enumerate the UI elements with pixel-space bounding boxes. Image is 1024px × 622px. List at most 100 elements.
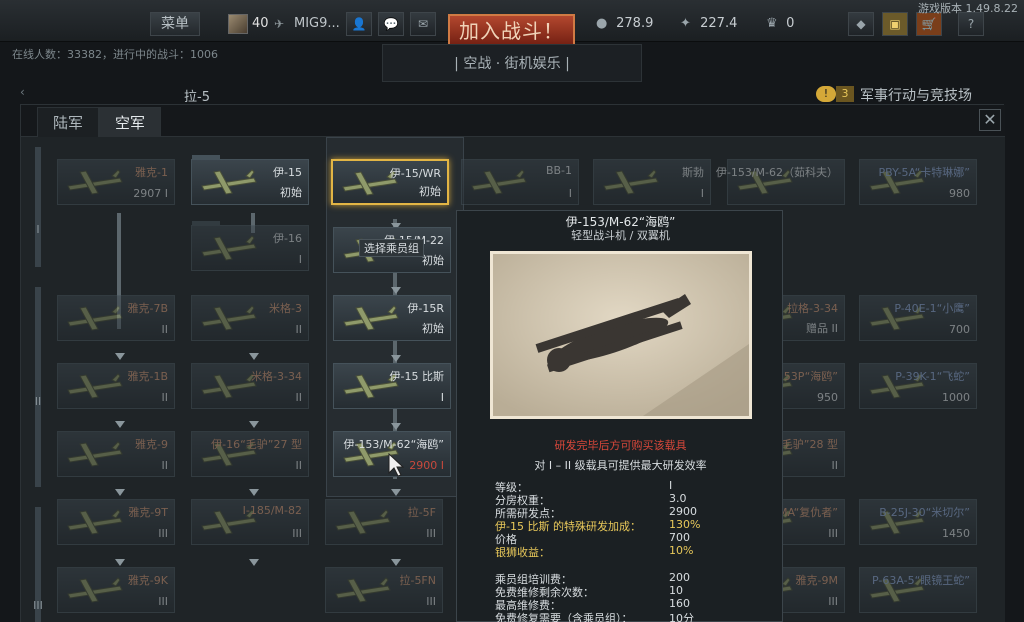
- vehicle-card[interactable]: 伊-15R 初始: [333, 295, 451, 341]
- vehicle-card[interactable]: BB-1 I: [461, 159, 579, 205]
- vehicle-name: B-25J-30“米切尔”: [879, 506, 970, 519]
- tooltip-stat-row: 最高维修费： 160: [495, 597, 775, 612]
- vehicle-card[interactable]: 雅克-9K III: [57, 567, 175, 613]
- research-icon: ✦: [680, 16, 691, 31]
- stat-value: 3.0: [669, 492, 687, 505]
- eagle-icon: ♛: [766, 16, 778, 31]
- arrow-down-icon: [115, 353, 125, 360]
- chevron-left-icon[interactable]: ‹: [20, 85, 25, 99]
- tab-army[interactable]: 陆军: [37, 107, 99, 137]
- research-bar: ‹ 拉-5 ! 3 军事行动与竞技场: [20, 84, 1010, 105]
- mail-icon[interactable]: ✉: [410, 12, 436, 36]
- vehicle-card[interactable]: PBY-5A“卡特琳娜” 980: [859, 159, 977, 205]
- vehicle-status: I: [700, 187, 704, 200]
- operations-button[interactable]: 军事行动与竞技场: [860, 85, 972, 105]
- vehicle-name: P-39K-1“飞蛇”: [895, 370, 970, 383]
- silver-lions[interactable]: ● 278.9: [596, 12, 653, 36]
- stat-label: 免费修复需要（含乘员组）：: [495, 612, 633, 622]
- research-efficiency-note: 对 I – II 级载具可提供最大研发效率: [534, 459, 707, 472]
- vehicle-card[interactable]: B-25J-30“米切尔” 1450: [859, 499, 977, 545]
- vehicle-name: 斯勃: [682, 166, 704, 179]
- silver-lion-icon: ●: [596, 16, 608, 31]
- vehicle-name: 雅克-9: [135, 438, 168, 451]
- vehicle-card[interactable]: 伊-16“毛驴”27 型 II: [191, 431, 309, 477]
- achievements-icon[interactable]: ◆: [848, 12, 874, 36]
- aircraft-icon: [201, 169, 257, 195]
- vehicle-status: III: [426, 527, 436, 540]
- stat-value: 160: [669, 597, 690, 610]
- tooltip-stat-row: 所需研发点： 2900: [495, 505, 775, 520]
- vehicle-card[interactable]: 伊-16 I: [191, 221, 309, 271]
- researching-vehicle[interactable]: 拉-5: [184, 86, 210, 105]
- vehicle-card[interactable]: P-40E-1“小鹰” 700: [859, 295, 977, 341]
- vehicle-card[interactable]: P-63A-5“眼镜王蛇”: [859, 567, 977, 613]
- vehicle-card[interactable]: 雅克-7B II: [57, 295, 175, 341]
- player-level: 40: [252, 16, 269, 31]
- stat-value: 200: [669, 571, 690, 584]
- purchase-warning: 研发完毕后方可购买该载具: [554, 439, 687, 452]
- vehicle-card[interactable]: 雅克-1B II: [57, 363, 175, 409]
- tab-air[interactable]: 空军: [99, 107, 161, 137]
- vehicle-name: 雅克-1B: [127, 370, 168, 383]
- vehicle-status: 700: [949, 323, 970, 336]
- vehicle-card[interactable]: 雅克-1 2907 I: [57, 159, 175, 205]
- vehicle-card[interactable]: 米格-3-34 II: [191, 363, 309, 409]
- vehicle-card[interactable]: 雅克-9 II: [57, 431, 175, 477]
- golden-eagles[interactable]: ♛ 0: [766, 12, 794, 36]
- aircraft-icon: [335, 577, 391, 603]
- tooltip-stat-row: 等级： I: [495, 479, 775, 494]
- unlock-icon[interactable]: ▣: [882, 12, 908, 36]
- vehicle-card[interactable]: 拉-5F III: [325, 499, 443, 545]
- close-icon[interactable]: ✕: [979, 109, 1001, 131]
- tooltip-stat-row: 分房权重： 3.0: [495, 492, 775, 507]
- vehicle-name: P-63A-5“眼镜王蛇”: [871, 574, 970, 587]
- arrow-down-icon: [249, 421, 259, 428]
- arrow-down-icon: [391, 559, 401, 566]
- golden-eagles-value: 0: [786, 16, 795, 31]
- stat-value: 130%: [669, 518, 701, 531]
- online-count: 在线人数：33382，进行中的战斗：1006: [12, 48, 218, 61]
- research-points[interactable]: ✦ 227.4: [680, 12, 737, 36]
- avatar[interactable]: [228, 14, 248, 34]
- player-profile[interactable]: 40 ✈ MIG9...: [228, 14, 340, 36]
- vehicle-card[interactable]: 伊-15/WR 初始: [331, 159, 449, 205]
- vehicle-status: 初始: [280, 186, 302, 199]
- rank-label: III: [33, 599, 43, 612]
- vehicle-name: 伊-15: [273, 166, 302, 179]
- vehicle-status: 初始: [422, 322, 444, 335]
- vehicle-name: 伊-15/WR: [389, 167, 441, 180]
- vehicle-card[interactable]: 伊-153/M-62（茹科夫）: [716, 159, 845, 205]
- vehicle-status: III: [426, 595, 436, 608]
- vehicle-name: 米格-3: [269, 302, 302, 315]
- alert-icon: !: [816, 86, 836, 102]
- vehicle-status: 赠品 II: [806, 322, 838, 335]
- vehicle-card[interactable]: 伊-15 初始: [191, 155, 309, 205]
- chat-icon[interactable]: 💬: [378, 12, 404, 36]
- vehicle-card[interactable]: 伊-15 比斯 I: [333, 363, 451, 409]
- stat-value: 10分: [669, 612, 694, 622]
- menu-button[interactable]: 菜单: [150, 12, 200, 36]
- stat-value: 10%: [669, 544, 694, 557]
- vehicle-name: 伊-16“毛驴”27 型: [211, 438, 302, 451]
- vehicle-name: 雅克-7B: [127, 302, 168, 315]
- vehicle-name: 雅克-9M: [795, 574, 838, 587]
- vehicle-card[interactable]: I-185/M-82 III: [191, 499, 309, 545]
- friends-icon[interactable]: 👤: [346, 12, 372, 36]
- stat-value: I: [669, 479, 673, 492]
- vehicle-name: 雅克-9K: [127, 574, 168, 587]
- vehicle-name: 雅克-9T: [128, 506, 168, 519]
- vehicle-card[interactable]: 雅克-9T III: [57, 499, 175, 545]
- vehicle-name: PBY-5A“卡特琳娜”: [878, 166, 970, 179]
- vehicle-card[interactable]: 拉-5FN III: [325, 567, 443, 613]
- rank-label: I: [36, 223, 40, 236]
- vehicle-card[interactable]: 斯勃 I: [593, 159, 711, 205]
- rank-icon: ✈: [274, 17, 285, 31]
- vehicle-card[interactable]: 米格-3 II: [191, 295, 309, 341]
- vehicle-name: 拉-5F: [407, 506, 436, 519]
- vehicle-card[interactable]: P-39K-1“飞蛇” 1000: [859, 363, 977, 409]
- tooltip-stat-row: 免费修复需要（含乘员组）： 10分: [495, 610, 775, 622]
- game-mode-selector[interactable]: | 空战 · 街机娱乐 |: [382, 44, 642, 82]
- crew-select-tooltip[interactable]: 选择乘员组: [359, 239, 424, 257]
- vehicle-name: 米格-3-34: [251, 370, 302, 383]
- vehicle-status: II: [161, 323, 169, 336]
